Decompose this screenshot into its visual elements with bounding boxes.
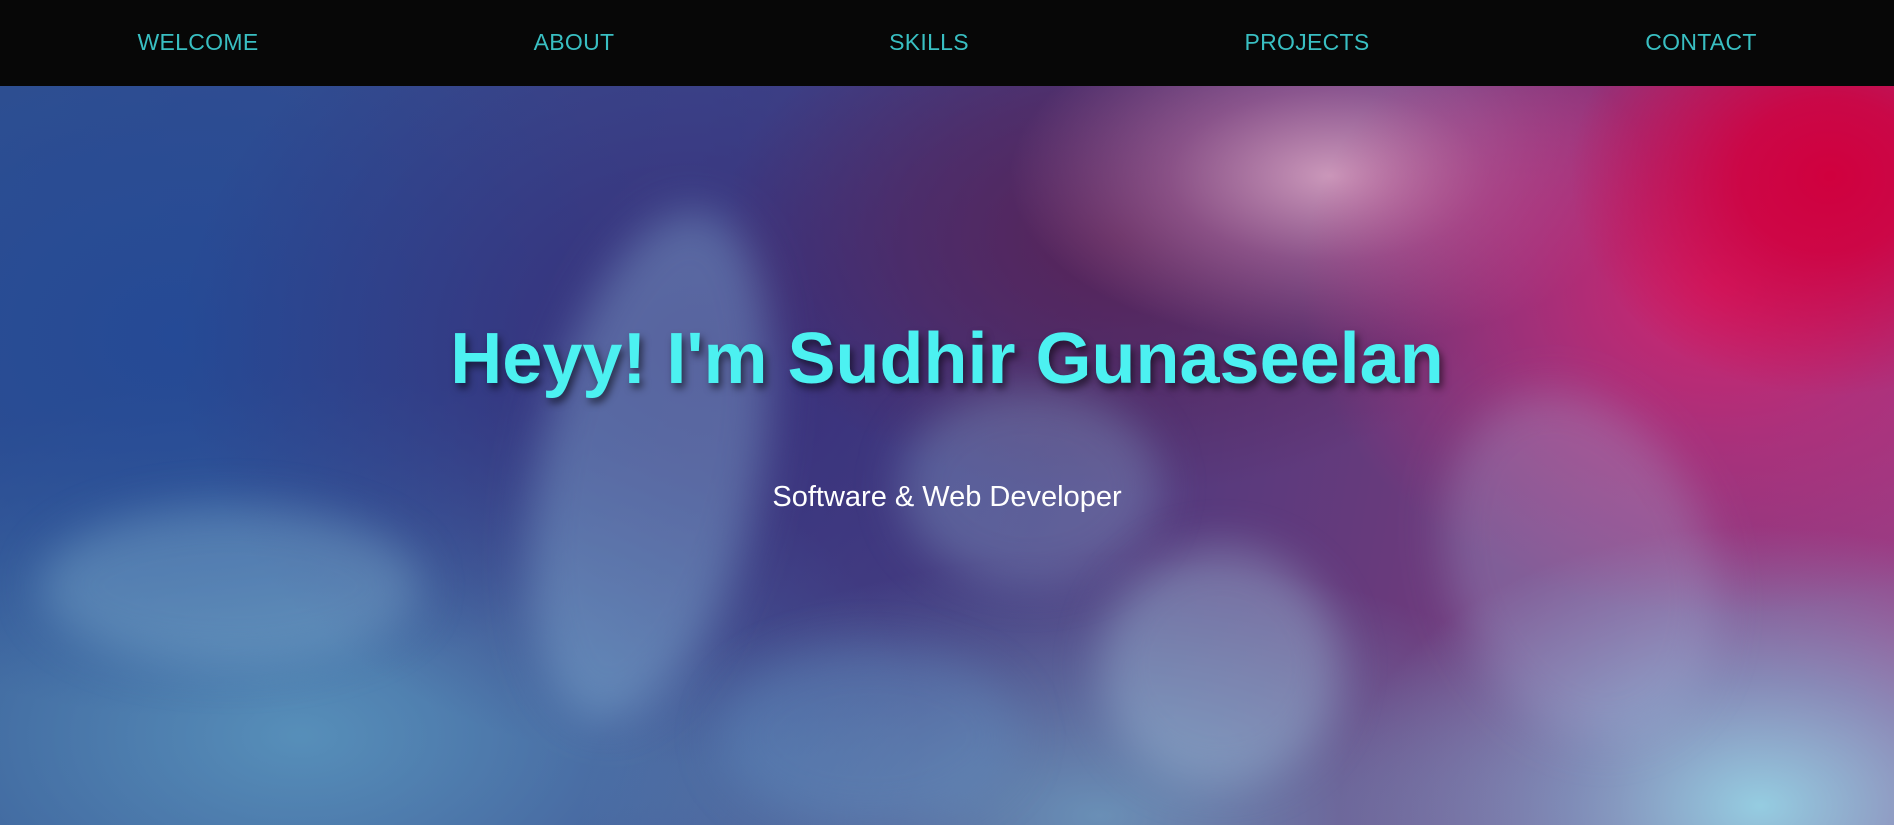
hero-background-smoke <box>720 646 1020 825</box>
hero-subtitle: Software & Web Developer <box>772 481 1122 513</box>
nav-link-welcome[interactable]: WELCOME <box>138 0 259 86</box>
navbar: WELCOME ABOUT SKILLS PROJECTS CONTACT <box>0 0 1894 86</box>
hero-section <box>0 86 1894 825</box>
nav-link-projects[interactable]: PROJECTS <box>1244 0 1369 86</box>
nav-link-contact[interactable]: CONTACT <box>1645 0 1757 86</box>
hero-background-smoke <box>1100 546 1340 786</box>
hero-background-smoke <box>488 188 812 744</box>
hero-title: Heyy! I'm Sudhir Gunaseelan <box>450 319 1444 399</box>
nav-link-about[interactable]: ABOUT <box>534 0 615 86</box>
hero-background-smoke <box>1396 352 1764 780</box>
nav-link-skills[interactable]: SKILLS <box>889 0 969 86</box>
hero-background-smoke <box>40 506 420 666</box>
